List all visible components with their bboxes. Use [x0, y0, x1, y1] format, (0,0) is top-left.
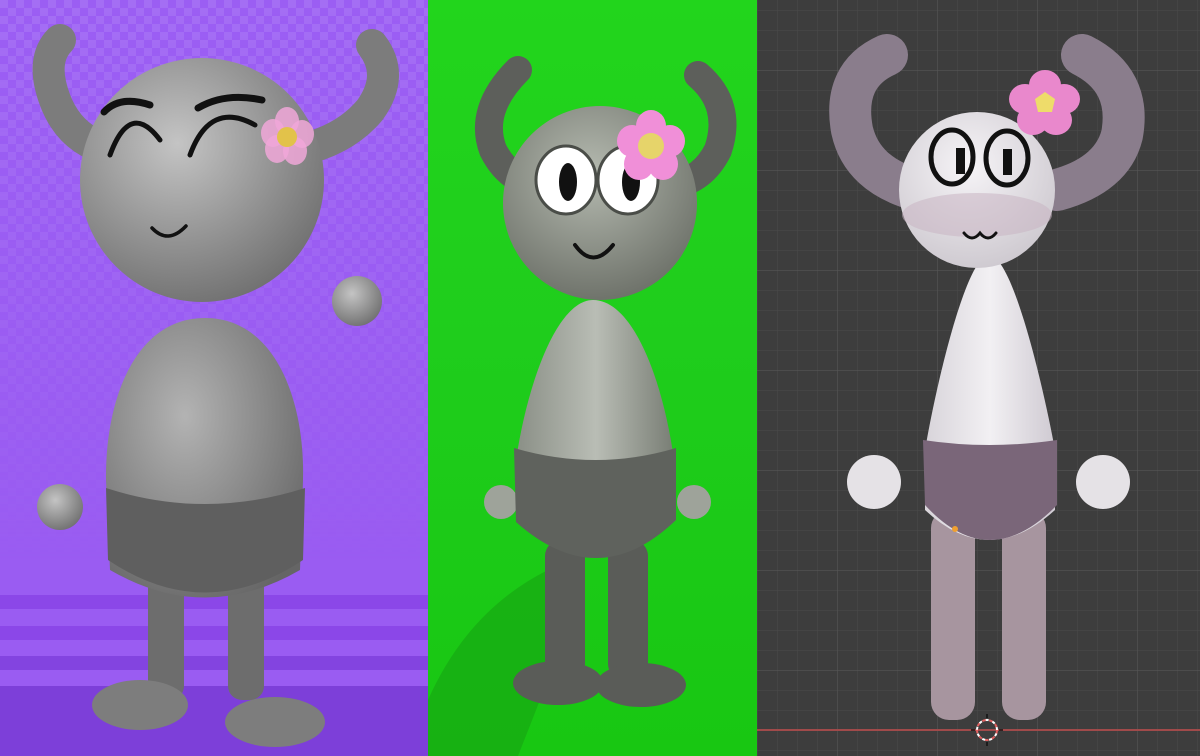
cheek-blush [902, 193, 1052, 237]
right-pupil [1003, 149, 1012, 175]
right-floating-hand [332, 276, 382, 326]
right-floating-hand [677, 485, 711, 519]
left-leg [931, 510, 975, 720]
right-leg [608, 540, 648, 680]
right-foot [596, 663, 686, 707]
green-panel-art [428, 0, 757, 756]
blender-viewport-art [757, 0, 1200, 756]
left-pupil [559, 163, 577, 201]
right-foot [225, 697, 325, 747]
left-foot [513, 661, 603, 705]
right-floating-hand [1076, 455, 1130, 509]
purple-panel-art [0, 0, 428, 756]
left-floating-hand [847, 455, 901, 509]
origin-point [952, 526, 958, 532]
left-pupil [956, 148, 965, 174]
head [80, 58, 324, 302]
left-leg [545, 540, 585, 680]
left-floating-hand [37, 484, 83, 530]
green-panel [428, 0, 757, 756]
left-foot [92, 680, 188, 730]
blender-viewport-panel [757, 0, 1200, 756]
left-floating-hand [484, 485, 518, 519]
render-comparison [0, 0, 1200, 756]
purple-panel [0, 0, 428, 756]
head [899, 112, 1055, 268]
right-leg [1002, 510, 1046, 720]
